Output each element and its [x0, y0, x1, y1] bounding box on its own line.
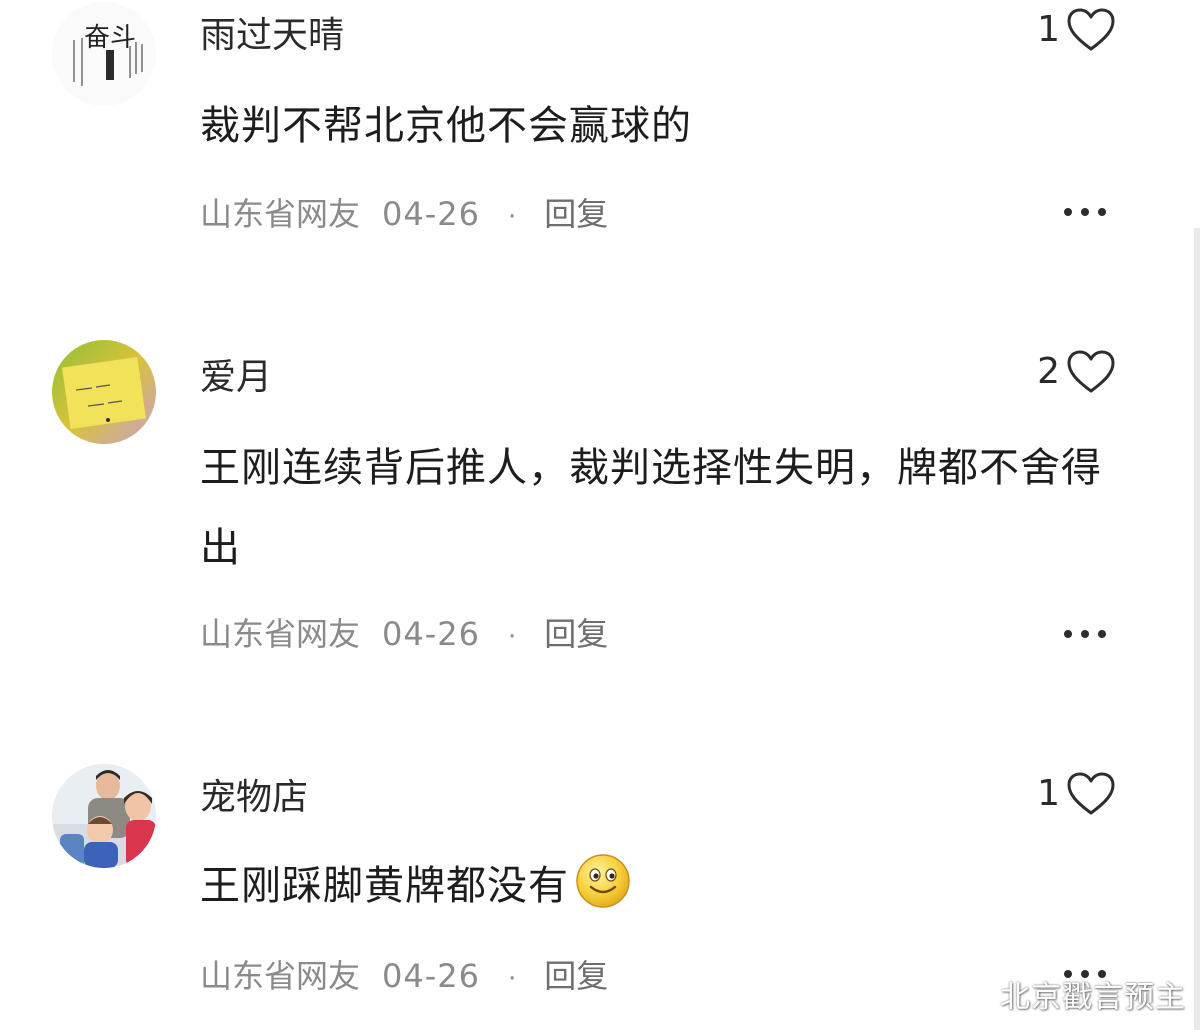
- comment-text-body: 王刚连续背后推人，裁判选择性失明，牌都不舍得出: [200, 445, 1102, 571]
- heart-icon[interactable]: [1066, 7, 1116, 53]
- comment-text: 王刚踩脚黄牌都没有: [200, 846, 1140, 926]
- avatar-calligraphy-image: 奋斗: [52, 2, 156, 106]
- username[interactable]: 爱月: [200, 356, 272, 400]
- reply-button[interactable]: 回复: [544, 614, 608, 654]
- more-icon[interactable]: [1062, 206, 1108, 218]
- separator-dot: ·: [508, 622, 517, 652]
- comment-text-body: 王刚踩脚黄牌都没有: [200, 863, 569, 909]
- separator-dot: ·: [508, 964, 517, 994]
- like-count: 1: [1037, 9, 1060, 50]
- location-label: 山东省网友: [200, 195, 361, 233]
- heart-icon[interactable]: [1066, 349, 1116, 395]
- more-icon[interactable]: [1062, 628, 1108, 640]
- separator-dot: ·: [508, 202, 517, 232]
- date-label: 04-26: [382, 195, 480, 233]
- date-label: 04-26: [382, 615, 480, 653]
- svg-text:奋斗: 奋斗: [84, 23, 136, 53]
- comment-meta: 山东省网友 04-26 · 回复: [200, 194, 608, 237]
- comment-text: 裁判不帮北京他不会赢球的: [200, 86, 1140, 166]
- avatar-note-image: [52, 340, 156, 444]
- username[interactable]: 雨过天晴: [200, 14, 344, 58]
- location-label: 山东省网友: [200, 957, 361, 995]
- avatar[interactable]: 奋斗: [52, 2, 156, 106]
- like-count: 2: [1037, 351, 1060, 392]
- comment-text: 王刚连续背后推人，裁判选择性失明，牌都不舍得出: [200, 428, 1140, 588]
- smiling-face-icon: [576, 854, 630, 908]
- location-label: 山东省网友: [200, 615, 361, 653]
- more-icon[interactable]: [1062, 968, 1108, 980]
- scrollbar-track: [1194, 228, 1200, 1030]
- reply-button[interactable]: 回复: [544, 194, 608, 234]
- comment-text-body: 裁判不帮北京他不会赢球的: [200, 103, 692, 149]
- comment-meta: 山东省网友 04-26 · 回复: [200, 614, 608, 657]
- avatar[interactable]: [52, 764, 156, 868]
- username[interactable]: 宠物店: [200, 776, 308, 820]
- watermark: 北京戳言预主: [1000, 980, 1186, 1015]
- like-count: 1: [1037, 773, 1060, 814]
- avatar-family-photo: [52, 764, 156, 868]
- comment-meta: 山东省网友 04-26 · 回复: [200, 956, 608, 999]
- avatar[interactable]: [52, 340, 156, 444]
- date-label: 04-26: [382, 957, 480, 995]
- heart-icon[interactable]: [1066, 771, 1116, 817]
- reply-button[interactable]: 回复: [544, 956, 608, 996]
